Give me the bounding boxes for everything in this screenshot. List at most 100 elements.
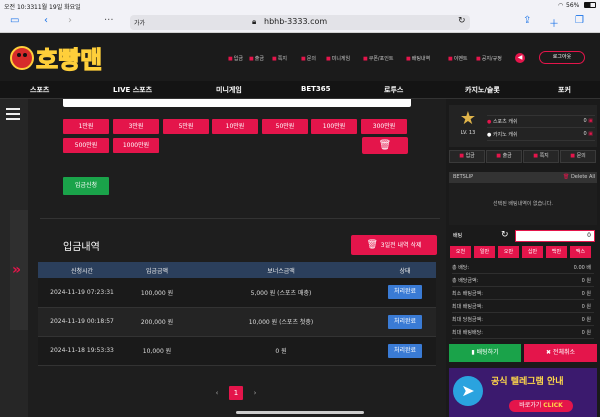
nav-poker[interactable]: 포커 bbox=[558, 85, 571, 95]
amount-button[interactable]: 50만원 bbox=[262, 119, 308, 134]
logo-text: 호빵맨 bbox=[36, 46, 102, 74]
new-tab-icon[interactable]: ＋ bbox=[549, 15, 559, 30]
delete-3day-button[interactable]: 🗑︎ 3일전 내역 삭제 bbox=[351, 235, 437, 255]
top-link-bet-history[interactable]: ■배팅내역 bbox=[406, 55, 430, 62]
amount-button[interactable]: 1만원 bbox=[63, 119, 109, 134]
odds-button[interactable]: 일만 bbox=[474, 246, 495, 258]
row-bonus: 5,000 원 (스포츠 매충) bbox=[188, 278, 374, 308]
summary-row: 총 배당금액: 0 원 bbox=[452, 276, 594, 287]
status-badge[interactable]: 처리완료 bbox=[388, 314, 422, 329]
nav-live-sports[interactable]: LIVE 스포츠 bbox=[113, 85, 152, 95]
odds-button[interactable]: 오만 bbox=[498, 246, 519, 258]
tabs-icon[interactable]: ❐ bbox=[575, 15, 584, 26]
reload-icon[interactable]: ↻ bbox=[458, 16, 466, 26]
page-next[interactable]: › bbox=[248, 386, 262, 400]
close-icon: ✖ bbox=[545, 349, 551, 356]
status-bar: 오전 10:33 11월 19일 화요일 ◠ 56% bbox=[0, 0, 600, 11]
banner-goto[interactable]: 바로가기 CLICK bbox=[509, 400, 573, 412]
level-badge: ★ LV. 13 bbox=[455, 108, 481, 140]
odds-button[interactable]: 십만 bbox=[522, 246, 543, 258]
odds-button[interactable]: 오천 bbox=[450, 246, 471, 258]
telegram-icon: ➤ bbox=[453, 376, 483, 406]
page-prev[interactable]: ‹ bbox=[210, 386, 224, 400]
status-badge[interactable]: 처리완료 bbox=[388, 343, 422, 358]
odds-button[interactable]: 백만 bbox=[546, 246, 567, 258]
reset-amount-button[interactable]: 🗑︎ bbox=[362, 137, 408, 154]
summary-row: 총 배당: 0.00 배 bbox=[452, 263, 594, 274]
odds-button[interactable]: 맥스 bbox=[570, 246, 591, 258]
amount-button[interactable]: 1000만원 bbox=[113, 138, 159, 153]
battery-icon bbox=[584, 2, 596, 8]
nav-lotus[interactable]: 로투스 bbox=[384, 85, 403, 95]
row-time: 2024-11-18 19:53:33 bbox=[38, 336, 126, 366]
stake-row: 배팅 ↻ 0 bbox=[449, 230, 597, 242]
stake-label: 배팅 bbox=[453, 233, 463, 239]
row-status-cell: 처리완료 bbox=[374, 307, 436, 337]
table-header-row: 신청시간 입금금액 보너스금액 상태 bbox=[38, 262, 436, 278]
top-link-minigame[interactable]: ■미니게임 bbox=[326, 55, 350, 62]
summary-row: 최대 배팅배당: 0 원 bbox=[452, 328, 594, 339]
amount-input[interactable] bbox=[63, 99, 411, 107]
row-time: 2024-11-19 07:23:31 bbox=[38, 278, 126, 308]
amount-button[interactable]: 10만원 bbox=[212, 119, 258, 134]
dots-icon[interactable]: ··· bbox=[104, 15, 114, 26]
quick-withdraw[interactable]: ■ 출금 bbox=[486, 150, 522, 163]
reader-aa[interactable]: 가가 bbox=[134, 18, 145, 27]
history-title: 입금내역 bbox=[63, 242, 100, 253]
refresh-icon[interactable]: ↻ bbox=[501, 230, 509, 240]
amount-button[interactable]: 100만원 bbox=[311, 119, 357, 134]
amount-button[interactable]: 500만원 bbox=[63, 138, 109, 153]
top-link-deposit[interactable]: ■입금 bbox=[228, 55, 243, 62]
row-status-cell: 처리완료 bbox=[374, 336, 436, 366]
site-logo[interactable]: 호빵맨 bbox=[10, 40, 128, 76]
delete-all-button[interactable]: 🗑︎ Delete All bbox=[563, 174, 595, 180]
forward-icon[interactable]: › bbox=[68, 15, 72, 26]
place-bet-button[interactable]: ▮ 배팅하기 bbox=[449, 344, 521, 362]
status-badge[interactable]: 처리완료 bbox=[388, 285, 422, 300]
betslip-header: BETSLIP 🗑︎ Delete All bbox=[449, 172, 597, 183]
col-header: 보너스금액 bbox=[188, 262, 374, 278]
row-status-cell: 처리완료 bbox=[374, 278, 436, 308]
status-date: 11월 19일 화요일 bbox=[34, 4, 81, 11]
divider bbox=[40, 218, 440, 219]
quick-inquiry[interactable]: ■ 문의 bbox=[560, 150, 596, 163]
nav-sports[interactable]: 스포츠 bbox=[30, 85, 49, 95]
main-nav: 스포츠 LIVE 스포츠 미니게임 BET365 로투스 카지노/슬롯 포커 bbox=[0, 81, 600, 99]
amount-button[interactable]: 3만원 bbox=[113, 119, 159, 134]
back-icon[interactable]: ‹ bbox=[44, 15, 48, 26]
nav-casino-slot[interactable]: 카지노/슬롯 bbox=[465, 85, 500, 95]
page-current[interactable]: 1 bbox=[229, 386, 243, 400]
amount-button[interactable]: 5만원 bbox=[163, 119, 209, 134]
top-link-withdraw[interactable]: ■출금 bbox=[249, 55, 264, 62]
cancel-all-button[interactable]: ✖ 전체취소 bbox=[524, 344, 597, 362]
deposit-request-button[interactable]: 입금신청 bbox=[63, 177, 109, 195]
row-amount: 200,000 원 bbox=[126, 307, 188, 337]
top-link-coupon[interactable]: ■쿠폰/포인트 bbox=[363, 55, 393, 62]
col-header: 상태 bbox=[374, 262, 436, 278]
quick-messages[interactable]: ■ 쪽지 bbox=[523, 150, 559, 163]
share-icon[interactable]: ⇪ bbox=[523, 15, 531, 26]
top-link-notice[interactable]: ■공지/규정 bbox=[476, 55, 502, 62]
table-row: 2024-11-19 07:23:31 100,000 원 5,000 원 (스… bbox=[38, 278, 436, 308]
top-link-messages[interactable]: ■쪽지 bbox=[272, 55, 287, 62]
speaker-icon[interactable]: ◀ bbox=[515, 53, 525, 63]
hamburger-icon[interactable] bbox=[6, 108, 20, 120]
trash-icon: 🗑︎ bbox=[378, 140, 392, 151]
quick-deposit[interactable]: ■ 입금 bbox=[449, 150, 485, 163]
top-link-event[interactable]: ■이벤트 bbox=[448, 55, 468, 62]
nav-minigame[interactable]: 미니게임 bbox=[216, 85, 242, 95]
top-link-inquiry[interactable]: ■문의 bbox=[301, 55, 316, 62]
status-time: 오전 10:33 bbox=[4, 4, 35, 11]
nav-bet365[interactable]: BET365 bbox=[301, 85, 331, 93]
amount-button[interactable]: 300만원 bbox=[361, 119, 407, 134]
telegram-banner[interactable]: ➤ 공식 텔레그램 안내 바로가기 CLICK bbox=[449, 368, 597, 417]
logout-button[interactable]: 로그아웃 bbox=[539, 51, 585, 64]
pagination: ‹ 1 › bbox=[210, 386, 270, 400]
banner-title: 공식 텔레그램 안내 bbox=[491, 377, 564, 387]
level-text: LV. 13 bbox=[460, 130, 476, 136]
sidebar-toggle-icon[interactable]: ▭ bbox=[10, 15, 19, 26]
stake-input[interactable]: 0 bbox=[515, 230, 595, 242]
chevron-right-icon[interactable]: » bbox=[12, 262, 21, 278]
address-bar[interactable]: 가가 🔒︎ hbhb-3333.com ↻ bbox=[130, 15, 470, 30]
summary-row: 최소 배팅금액: 0 원 bbox=[452, 289, 594, 300]
